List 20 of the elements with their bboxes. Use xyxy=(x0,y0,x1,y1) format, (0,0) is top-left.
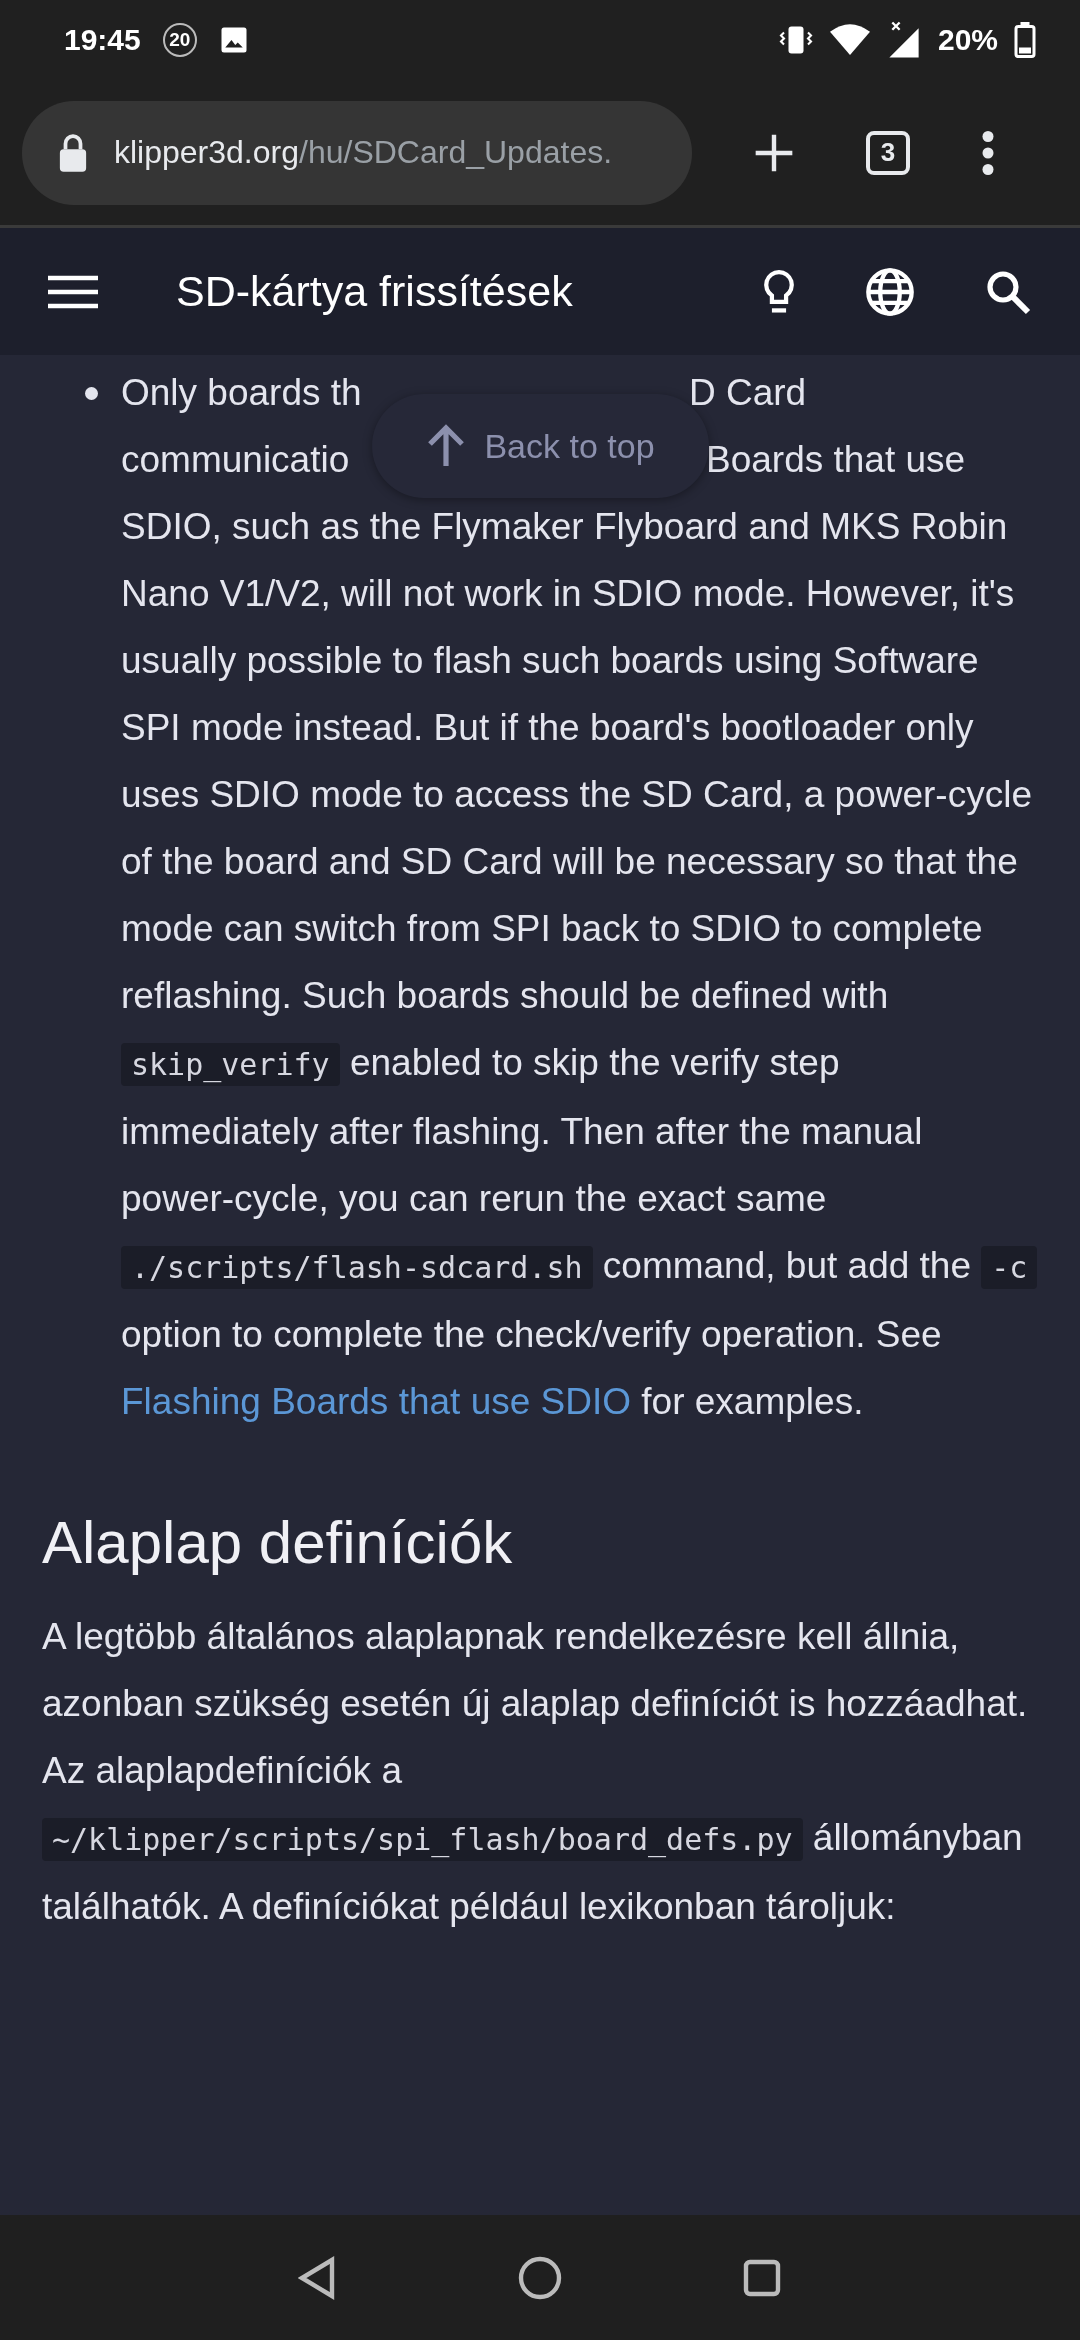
clock-time: 19:45 xyxy=(64,23,141,57)
url-text: klipper3d.org/hu/SDCard_Updates. xyxy=(114,134,613,171)
bullet-icon xyxy=(85,387,98,400)
page-title: SD-kártya frissítések xyxy=(176,267,573,316)
list-item-text: Only boards th xyxy=(121,372,362,413)
recents-icon[interactable] xyxy=(742,2257,782,2298)
lock-icon xyxy=(58,133,88,172)
more-icon[interactable] xyxy=(980,130,996,175)
battery-percentage: 20% xyxy=(937,23,998,57)
address-bar[interactable]: klipper3d.org/hu/SDCard_Updates. xyxy=(22,100,692,205)
menu-icon[interactable] xyxy=(48,274,98,309)
battery-icon xyxy=(1014,22,1036,58)
list-item-text: communicatio xyxy=(121,439,350,480)
tab-count-button[interactable]: 3 xyxy=(866,130,910,175)
section-heading: Alaplap definíciók xyxy=(42,1508,514,1578)
globe-icon[interactable] xyxy=(864,265,916,318)
notification-badge: 20 xyxy=(162,23,197,57)
paragraph: A legtöbb általános alaplapnak rendelkezésre kell állnia, azonban szükség esetén új alaplap definíciót is hozzáadhat. Az alaplapdefiníciók a ~/klipper/scripts/spi_flash/board_defs.py állományban találhatók. A definíciókat például lexikonban tároljuk: xyxy=(42,1615,1029,1929)
link[interactable]: Flashing Boards that use SDIO xyxy=(121,1381,632,1422)
home-icon[interactable] xyxy=(518,2255,562,2300)
